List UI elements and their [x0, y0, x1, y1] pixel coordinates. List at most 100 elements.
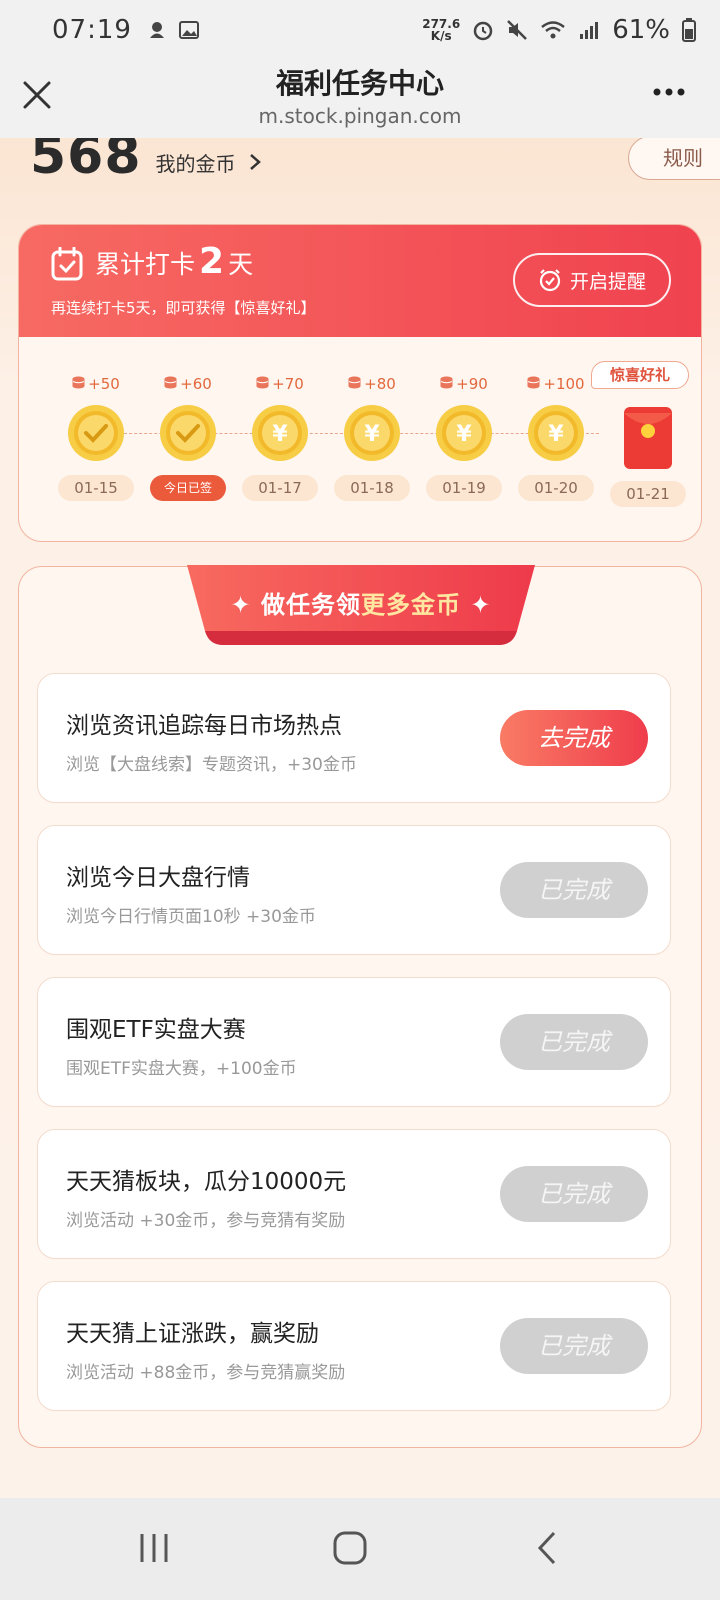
- yuan-coin-icon: ¥: [333, 403, 411, 463]
- day-reward: +70: [241, 373, 319, 395]
- banner-part1: 做任务领: [261, 591, 361, 619]
- coin-stack-icon: [72, 375, 85, 393]
- chevron-right-icon: [249, 154, 261, 170]
- coin-stack-icon: [527, 375, 540, 393]
- task-title: 浏览今日大盘行情: [66, 865, 250, 891]
- task-item: 围观ETF实盘大赛围观ETF实盘大赛，+100金币 已完成: [37, 977, 671, 1107]
- page-title: 福利任务中心: [275, 67, 444, 100]
- checkin-day: +100 ¥01-20: [517, 373, 595, 501]
- calendar-check-icon: [51, 247, 83, 281]
- svg-text:¥: ¥: [272, 422, 288, 447]
- status-bar: 07:19 277.6 K/s 61%: [0, 0, 720, 60]
- recent-apps-icon[interactable]: [132, 1528, 176, 1568]
- coin-count: 568: [30, 138, 142, 186]
- checkin-card: 累计打卡 2 天 再连续打卡5天，即可获得【惊喜好礼】 开启提醒 惊喜好礼 +5…: [18, 224, 702, 542]
- svg-text:¥: ¥: [548, 422, 564, 447]
- coin-stack-icon: [348, 375, 361, 393]
- alarm-icon: [473, 21, 493, 41]
- status-time: 07:19: [52, 15, 132, 45]
- checkin-day: +80 ¥01-18: [333, 373, 411, 501]
- day-date: 01-19: [426, 475, 502, 501]
- yuan-coin-icon: ¥: [241, 403, 319, 463]
- banner-part2: 更多金币: [361, 591, 461, 619]
- task-description: 浏览活动 +30金币，参与竞猜有奖励: [66, 1211, 346, 1231]
- checkin-header: 累计打卡 2 天 再连续打卡5天，即可获得【惊喜好礼】 开启提醒: [19, 225, 701, 337]
- net-speed-unit: K/s: [430, 29, 452, 43]
- reward-amount: +70: [272, 375, 304, 393]
- svg-text:¥: ¥: [456, 422, 472, 447]
- enable-reminder-label: 开启提醒: [569, 270, 646, 293]
- status-right: 277.6 K/s 61%: [422, 15, 696, 45]
- task-item: 浏览今日大盘行情浏览今日行情页面10秒 +30金币 已完成: [37, 825, 671, 955]
- battery-percent: 61%: [612, 15, 670, 45]
- completed-button[interactable]: 已完成: [500, 1166, 648, 1222]
- day-date: 01-18: [334, 475, 410, 501]
- checkin-day: +70 ¥01-17: [241, 373, 319, 501]
- home-icon[interactable]: [328, 1528, 372, 1568]
- day-reward: +90: [425, 373, 503, 395]
- checkin-days: 惊喜好礼 +50 01-15 +60 今日已签 +70 ¥01-17 +80 ¥01-18 +9…: [19, 337, 701, 541]
- my-coins[interactable]: 568 我的金币: [30, 138, 262, 186]
- more-options-icon[interactable]: [652, 82, 686, 102]
- net-speed: 277.6 K/s: [422, 18, 460, 42]
- tasks-card: ✦ 做任务领更多金币 ✦ 浏览资讯追踪每日市场热点浏览【大盘线索】专题资讯，+3…: [18, 565, 702, 1448]
- coin-stack-icon: [440, 375, 453, 393]
- wifi-icon: [541, 21, 565, 39]
- task-description: 围观ETF实盘大赛，+100金币: [66, 1059, 297, 1079]
- task-description: 浏览今日行情页面10秒 +30金币: [66, 907, 316, 927]
- coin-stack-icon: [256, 375, 269, 393]
- reward-amount: +50: [88, 375, 120, 393]
- page-url: m.stock.pingan.com: [258, 104, 462, 128]
- completed-button[interactable]: 已完成: [500, 1318, 648, 1374]
- task-description: 浏览活动 +88金币，参与竞猜赢奖励: [66, 1363, 346, 1383]
- notification-icon: [149, 22, 164, 38]
- day-reward: +80: [333, 373, 411, 395]
- checkin-streak: 累计打卡 2 天: [95, 241, 253, 282]
- coin-stack-icon: [164, 375, 177, 393]
- task-title: 天天猜板块，瓜分10000元: [66, 1169, 347, 1195]
- day-reward: +100: [517, 373, 595, 395]
- battery-icon: [682, 18, 696, 42]
- back-icon[interactable]: [526, 1528, 570, 1568]
- rules-button[interactable]: 规则: [628, 138, 720, 180]
- go-complete-button[interactable]: 去完成: [500, 710, 648, 766]
- day-date: 01-17: [242, 475, 318, 501]
- day-reward: +60: [149, 373, 227, 395]
- day-date: 01-20: [518, 475, 594, 501]
- checkin-day: +60 今日已签: [149, 373, 227, 501]
- checkin-subtitle: 再连续打卡5天，即可获得【惊喜好礼】: [51, 299, 316, 317]
- checkin-day: +90 ¥01-19: [425, 373, 503, 501]
- completed-button[interactable]: 已完成: [500, 1014, 648, 1070]
- day-reward: +50: [57, 373, 135, 395]
- task-description: 浏览【大盘线索】专题资讯，+30金币: [66, 755, 357, 775]
- checked-coin-icon: [149, 403, 227, 463]
- task-title: 围观ETF实盘大赛: [66, 1017, 246, 1043]
- streak-suffix: 天: [228, 250, 254, 279]
- sparkle-icon: ✦: [461, 591, 492, 619]
- main-content: 568 我的金币 规则 累计打卡 2 天 再连续打卡5天，即可获得【惊喜好礼】 …: [0, 138, 720, 1498]
- task-item: 浏览资讯追踪每日市场热点浏览【大盘线索】专题资讯，+30金币 去完成: [37, 673, 671, 803]
- task-title: 浏览资讯追踪每日市场热点: [66, 713, 342, 739]
- coin-label: 我的金币: [155, 151, 236, 176]
- red-envelope-icon[interactable]: [609, 401, 687, 471]
- alarm-clock-icon: [539, 269, 561, 292]
- streak-days: 2: [199, 241, 225, 282]
- reward-amount: +80: [364, 375, 396, 393]
- reward-amount: +60: [180, 375, 212, 393]
- completed-button[interactable]: 已完成: [500, 862, 648, 918]
- task-title: 天天猜上证涨跌，赢奖励: [66, 1321, 319, 1347]
- task-item: 天天猜上证涨跌，赢奖励浏览活动 +88金币，参与竞猜赢奖励 已完成: [37, 1281, 671, 1411]
- sparkle-icon: ✦: [230, 591, 261, 619]
- checked-coin-icon: [57, 403, 135, 463]
- yuan-coin-icon: ¥: [425, 403, 503, 463]
- enable-reminder-button[interactable]: 开启提醒: [513, 253, 671, 307]
- system-nav-bar: [0, 1498, 720, 1600]
- reward-amount: +100: [543, 375, 585, 393]
- gallery-icon: [178, 21, 199, 39]
- streak-prefix: 累计打卡: [95, 250, 196, 279]
- day-date: 01-15: [58, 475, 134, 501]
- checkin-day: 01-21: [609, 373, 687, 507]
- signal-icon: [580, 22, 599, 39]
- checkin-day: +50 01-15: [57, 373, 135, 501]
- title-bar: 福利任务中心 m.stock.pingan.com: [0, 60, 720, 138]
